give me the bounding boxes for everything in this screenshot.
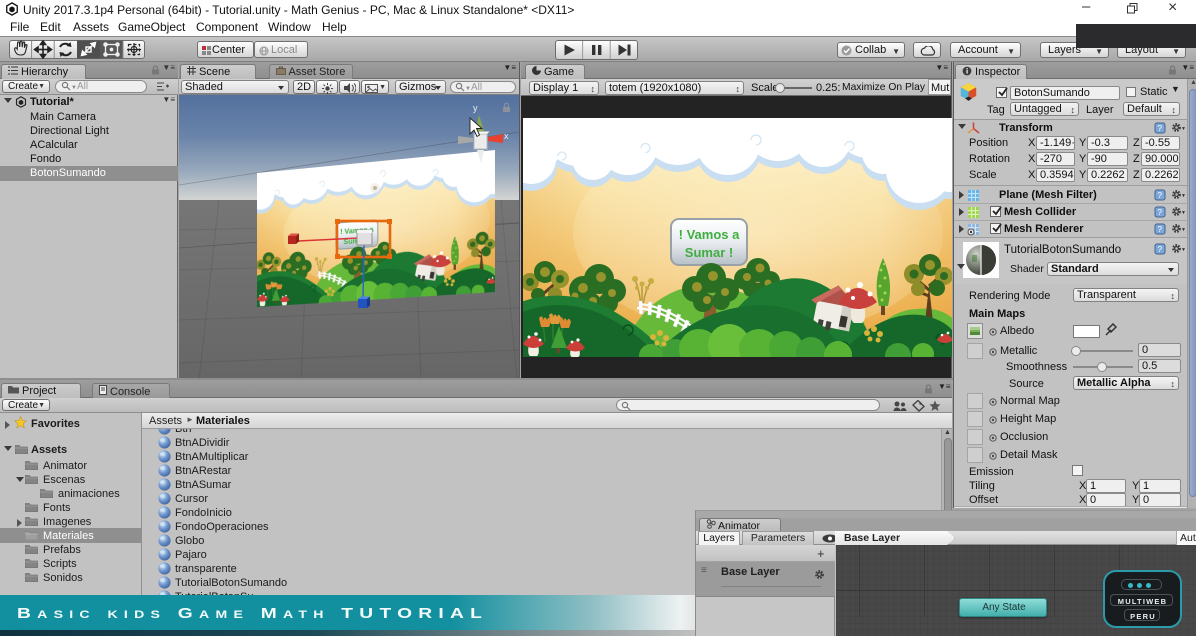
svg-text:?: ?	[1158, 245, 1163, 254]
svg-text:?: ?	[1158, 124, 1163, 133]
svg-text:x: x	[504, 131, 509, 141]
svg-text:?: ?	[1158, 191, 1163, 200]
svg-text:?: ?	[1158, 225, 1163, 234]
svg-text:y: y	[473, 103, 478, 113]
svg-text:?: ?	[1158, 208, 1163, 217]
